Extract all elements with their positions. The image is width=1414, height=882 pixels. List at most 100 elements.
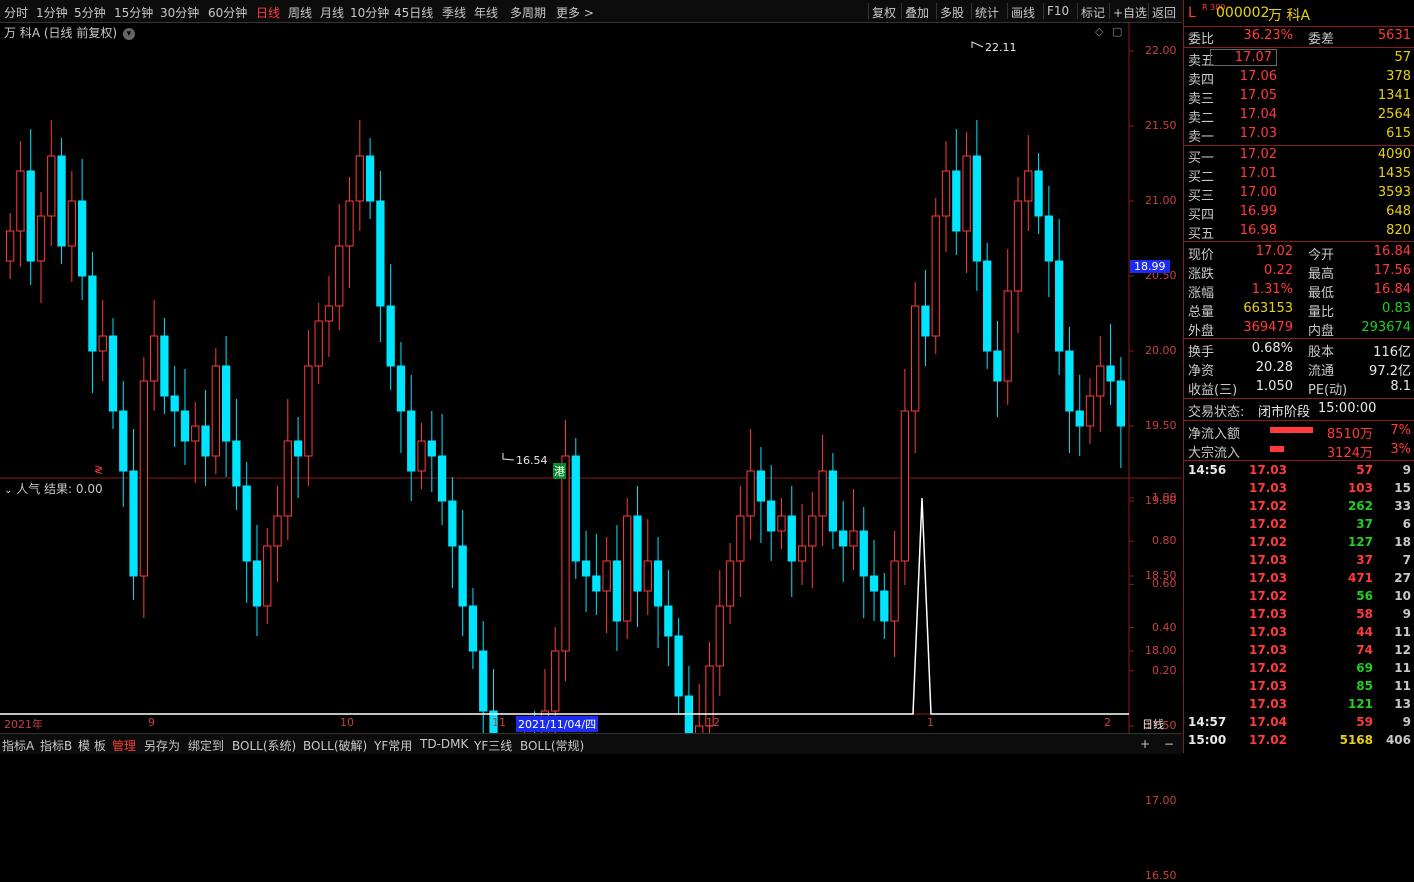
indicator-tab-3[interactable]: 管理 [112, 737, 136, 754]
stat-value: 0.68% [1251, 341, 1293, 356]
tick-row: 17.02 37 6 [1184, 516, 1414, 534]
candle-body [777, 515, 786, 532]
candle-body [26, 170, 35, 262]
candle-body [849, 530, 858, 547]
kline-chart[interactable] [0, 0, 1182, 733]
bid-volume: 1435 [1377, 166, 1411, 181]
candle-body [962, 155, 971, 232]
tick-price: 17.04 [1249, 715, 1287, 729]
period-indicator[interactable]: 日线 [1142, 716, 1164, 732]
candle-body [869, 575, 879, 592]
candle-body [561, 455, 570, 652]
zoom-out-button[interactable]: − [1164, 737, 1174, 751]
candle-body [1116, 380, 1125, 427]
indicator-tab-6[interactable]: BOLL(系统) [232, 737, 296, 754]
candle-body [108, 335, 118, 412]
tick-volume: 262 [1347, 499, 1373, 513]
indicator-tab-0[interactable]: 指标A [2, 737, 34, 754]
candle-body [468, 605, 478, 652]
tick-price: 17.02 [1249, 535, 1287, 549]
tick-price: 17.02 [1249, 661, 1287, 675]
tick-volume: 37 [1356, 517, 1373, 531]
tick-count: 10 [1394, 589, 1411, 603]
candle-body [653, 560, 663, 607]
indicator-tab-2[interactable]: 模 板 [78, 737, 106, 754]
chevron-down-icon[interactable]: ⌄ [4, 485, 12, 496]
candle-body [47, 155, 56, 217]
tick-volume: 74 [1356, 643, 1373, 657]
candle-body [592, 575, 601, 592]
bid-price: 17.00 [1239, 185, 1277, 200]
trade-status: 闭市阶段 [1258, 405, 1311, 420]
indicator-tab-9[interactable]: TD-DMK [420, 737, 468, 751]
stat-value: 17.56 [1373, 263, 1411, 278]
low-pointer [502, 453, 515, 461]
candle-body [983, 260, 992, 352]
candle-body [149, 335, 159, 382]
stat-label: PE(动) [1308, 383, 1348, 398]
tick-volume: 56 [1356, 589, 1373, 603]
candle-body [581, 560, 591, 577]
tick-row: 17.03 44 11 [1184, 624, 1414, 642]
candle-body [839, 530, 848, 547]
indicator-tab-10[interactable]: YF三线 [474, 737, 512, 754]
candle-body [448, 500, 457, 547]
tick-count: 33 [1394, 499, 1411, 513]
candle-body [365, 155, 375, 202]
zoom-in-button[interactable]: + [1140, 737, 1150, 751]
stat-label: 最高 [1308, 267, 1335, 282]
tick-volume: 57 [1356, 463, 1373, 477]
ask-label: 卖三 [1188, 92, 1215, 107]
candle-body [664, 605, 673, 637]
candle-body [273, 515, 282, 547]
wecha-label: 委差 [1308, 32, 1335, 47]
indicator-tab-4[interactable]: 另存为 [144, 737, 180, 754]
candle-body [252, 560, 262, 607]
tick-row: 17.02 127 18 [1184, 534, 1414, 552]
stat-label: 最低 [1308, 286, 1335, 301]
candle-body [1013, 200, 1023, 292]
tick-count: 11 [1394, 661, 1411, 675]
candle-body [602, 560, 611, 592]
y-tick-label: 19.50 [1145, 419, 1177, 432]
date-label: 11 [492, 716, 506, 729]
ask-label: 卖四 [1188, 73, 1215, 88]
wecha-value: 5631 [1377, 28, 1411, 43]
candle-body [417, 440, 426, 472]
tick-count: 13 [1394, 697, 1411, 711]
indicator-tab-7[interactable]: BOLL(破解) [303, 737, 367, 754]
divider [1184, 241, 1414, 242]
tick-price: 17.03 [1249, 625, 1287, 639]
bid-label: 买三 [1188, 189, 1215, 204]
candle-body [376, 200, 385, 307]
tick-count: 9 [1402, 607, 1411, 621]
ask-price: 17.03 [1239, 126, 1277, 141]
trade-status-label: 交易状态: [1188, 405, 1245, 420]
flow-label: 大宗流入 [1188, 446, 1241, 461]
bid-label: 买五 [1188, 227, 1215, 242]
indicator-tab-8[interactable]: YF常用 [374, 737, 412, 754]
stat-value: 293674 [1361, 320, 1411, 335]
bid-price: 17.02 [1239, 147, 1277, 162]
candle-body [119, 410, 128, 472]
stat-label: 量比 [1308, 305, 1335, 320]
flow-value: 8510万 [1326, 427, 1373, 442]
y-tick-label: 21.00 [1145, 194, 1177, 207]
candle-body [88, 275, 97, 352]
code-prefix: L [1188, 5, 1196, 21]
indicator-tab-11[interactable]: BOLL(常规) [520, 737, 584, 754]
stat-value: 1.31% [1251, 282, 1293, 297]
divider [1184, 338, 1414, 339]
bid-price: 16.98 [1239, 223, 1277, 238]
candle-body [67, 200, 76, 247]
tick-price: 17.03 [1249, 463, 1287, 477]
indicator-tab-5[interactable]: 绑定到 [188, 737, 224, 754]
bid-label: 买一 [1188, 151, 1215, 166]
tick-time: 14:57 [1188, 715, 1227, 729]
candle-body [304, 365, 313, 457]
flow-bar [1270, 427, 1314, 433]
candle-body [324, 305, 334, 322]
indicator-tab-1[interactable]: 指标B [40, 737, 72, 754]
stat-label: 内盘 [1308, 324, 1335, 339]
candle-body [972, 155, 982, 262]
